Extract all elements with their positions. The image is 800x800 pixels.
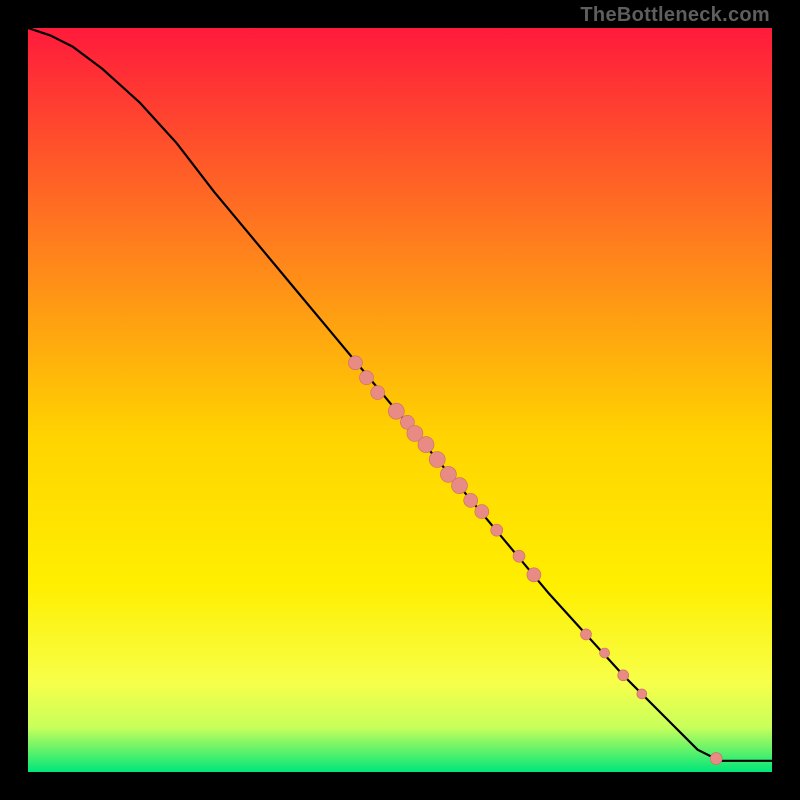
- data-marker: [418, 437, 434, 453]
- watermark-label: TheBottleneck.com: [580, 4, 770, 27]
- data-marker: [429, 452, 445, 468]
- data-marker: [475, 505, 489, 519]
- data-marker: [388, 403, 404, 419]
- data-marker: [513, 550, 525, 562]
- data-marker: [527, 568, 541, 582]
- data-marker: [491, 524, 503, 536]
- data-marker: [464, 493, 478, 507]
- data-marker: [710, 753, 722, 765]
- gradient-background: [28, 28, 772, 772]
- chart-frame: TheBottleneck.com: [0, 0, 800, 800]
- data-marker: [348, 356, 362, 370]
- data-marker: [581, 629, 592, 640]
- data-marker: [360, 371, 374, 385]
- chart-svg: [28, 28, 772, 772]
- data-marker: [452, 478, 468, 494]
- data-marker: [618, 670, 629, 681]
- data-marker: [371, 386, 385, 400]
- data-marker: [637, 689, 647, 699]
- data-marker: [600, 648, 610, 658]
- plot-area: [28, 28, 772, 772]
